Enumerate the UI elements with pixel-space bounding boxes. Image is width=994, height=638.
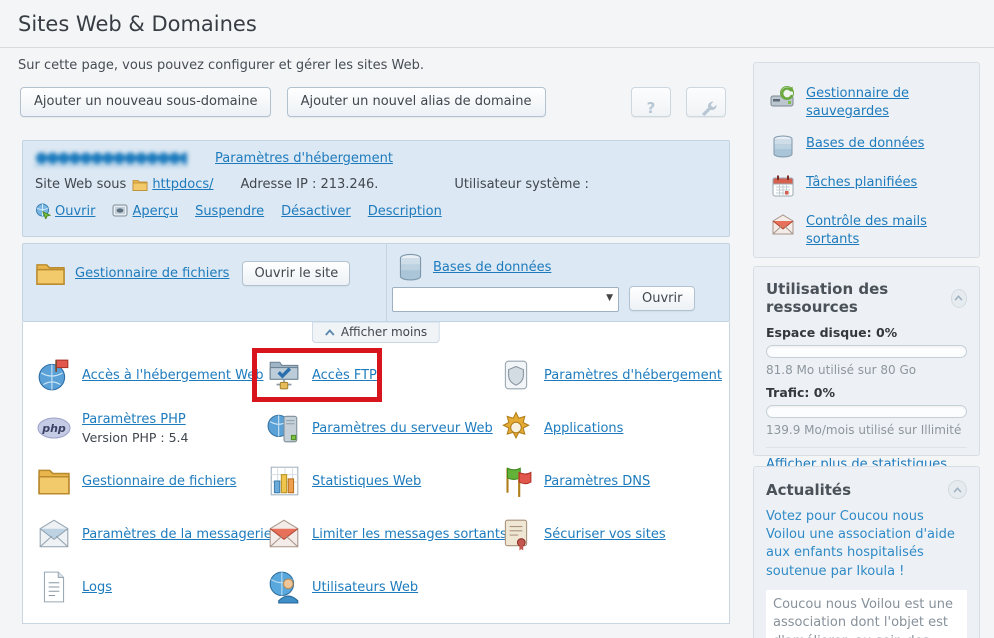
sidebar-item-databases[interactable]: Bases de données: [770, 135, 963, 159]
system-user-text: Utilisateur système :: [454, 177, 589, 192]
databases-sidebar-icon: [770, 135, 796, 159]
resources-divider: [766, 447, 967, 448]
dns-flags-icon: [499, 464, 533, 498]
file-manager-icon: [37, 464, 71, 498]
add-subdomain-button[interactable]: Ajouter un nouveau sous-domaine: [20, 87, 271, 117]
sidebar-item-scheduled-tasks[interactable]: Tâches planifiées: [770, 174, 963, 198]
domain-name-redacted[interactable]: ●●●●●●●●●●●●●●●: [35, 150, 187, 166]
news-headline-link[interactable]: Votez pour Coucou nous Voilou une associ…: [766, 508, 967, 581]
ftp-access-highlight-box: [252, 348, 382, 402]
file-manager-folder-icon: [35, 260, 66, 287]
open-site-action[interactable]: Ouvrir: [35, 203, 95, 219]
resource-usage-panel: Utilisation des ressources Espace disque…: [753, 266, 980, 456]
traffic-label: Trafic: 0%: [766, 385, 967, 400]
php-version-text: Version PHP : 5.4: [82, 430, 188, 445]
mail-settings-icon: [37, 517, 71, 551]
wrench-icon: [700, 100, 718, 118]
backup-manager-icon: [770, 85, 796, 109]
page-subtitle: Sur cette page, vous pouvez configurer e…: [18, 58, 424, 73]
chevron-up-icon: [325, 329, 335, 336]
tool-dns-settings[interactable]: Paramètres DNS: [499, 461, 650, 501]
disk-space-progress-bar: [766, 345, 967, 358]
settings-wrench-button[interactable]: [686, 87, 726, 117]
deactivate-action[interactable]: Désactiver: [281, 204, 351, 219]
page-title: Sites Web & Domaines: [18, 12, 257, 36]
chevron-up-icon: [954, 295, 963, 301]
collapse-resources-button[interactable]: [951, 289, 967, 308]
panel-divider: [386, 244, 387, 321]
select-arrow-icon: ▼: [606, 293, 613, 303]
chevron-up-icon: [953, 487, 962, 493]
databases-icon: [397, 253, 424, 282]
sidebar-tools-panel: Gestionnaire de sauvegardes Bases de don…: [753, 62, 980, 258]
outgoing-mail-control-icon: [770, 213, 796, 237]
add-domain-alias-button[interactable]: Ajouter un nouvel alias de domaine: [287, 87, 546, 117]
tool-php-settings[interactable]: php Paramètres PHP Version PHP : 5.4: [37, 408, 188, 448]
tool-logs[interactable]: Logs: [37, 567, 112, 607]
database-select[interactable]: ▼: [392, 287, 619, 312]
applications-gear-icon: [499, 411, 533, 445]
tool-secure-sites[interactable]: Sécuriser vos sites: [499, 514, 666, 554]
domain-card: ●●●●●●●●●●●●●●● Paramètres d'hébergement…: [22, 140, 730, 237]
tool-web-hosting-access[interactable]: Accès à l'hébergement Web: [37, 355, 263, 395]
help-button[interactable]: ?: [631, 87, 671, 117]
news-body-text: Coucou nous Voilou est une association d…: [766, 590, 967, 638]
tool-mail-settings[interactable]: Paramètres de la messagerie: [37, 514, 272, 554]
scheduled-tasks-calendar-icon: [770, 174, 796, 198]
suspend-action[interactable]: Suspendre: [195, 204, 264, 219]
sidebar-item-backup-manager[interactable]: Gestionnaire de sauvegardes: [770, 85, 963, 120]
plesk-websites-domains-page: Sites Web & Domaines Sur cette page, vou…: [0, 0, 994, 638]
php-icon: php: [37, 416, 71, 440]
disk-space-detail: 81.8 Mo utilisé sur 80 Go: [766, 363, 967, 377]
resource-usage-title: Utilisation des ressources: [766, 280, 951, 316]
hosting-settings-link[interactable]: Paramètres d'hébergement: [215, 151, 393, 166]
folder-icon: [132, 178, 148, 192]
preview-screen-icon: [112, 204, 128, 218]
docroot-link[interactable]: httpdocs/: [152, 177, 213, 192]
traffic-progress-bar: [766, 405, 967, 418]
tool-file-manager[interactable]: Gestionnaire de fichiers: [37, 461, 236, 501]
open-database-button[interactable]: Ouvrir: [629, 286, 695, 311]
quick-access-panel: Gestionnaire de fichiers Ouvrir le site …: [22, 243, 730, 322]
tool-web-statistics[interactable]: Statistiques Web: [267, 461, 421, 501]
web-hosting-access-icon: [37, 358, 71, 392]
web-server-settings-icon: [267, 411, 301, 445]
ip-address-text: Adresse IP : 213.246.: [241, 177, 379, 192]
open-globe-icon: [35, 203, 51, 219]
description-action[interactable]: Description: [368, 204, 442, 219]
tool-hosting-settings[interactable]: Paramètres d'hébergement: [499, 355, 722, 395]
secure-sites-certificate-icon: [499, 517, 533, 551]
site-under-label: Site Web sous: [35, 177, 126, 192]
collapse-news-button[interactable]: [948, 480, 967, 499]
file-manager-link[interactable]: Gestionnaire de fichiers: [75, 266, 229, 281]
disk-space-label: Espace disque: 0%: [766, 325, 967, 340]
news-panel: Actualités Votez pour Coucou nous Voilou…: [753, 466, 980, 638]
web-statistics-icon: [267, 464, 301, 498]
news-title: Actualités: [766, 481, 851, 499]
tool-limit-outgoing-messages[interactable]: Limiter les messages sortants: [267, 514, 507, 554]
preview-action[interactable]: Aperçu: [112, 204, 178, 219]
show-less-toggle[interactable]: Afficher moins: [312, 322, 440, 343]
logs-icon: [37, 570, 71, 604]
open-site-button[interactable]: Ouvrir le site: [242, 261, 350, 286]
traffic-detail: 139.9 Mo/mois utilisé sur Illimité: [766, 423, 967, 437]
svg-text:php: php: [41, 422, 66, 435]
tool-web-server-settings[interactable]: Paramètres du serveur Web: [267, 408, 493, 448]
databases-link[interactable]: Bases de données: [433, 260, 551, 275]
title-divider: [0, 47, 994, 48]
tool-applications[interactable]: Applications: [499, 408, 623, 448]
hosting-settings-icon: [499, 358, 533, 392]
limit-outgoing-messages-icon: [267, 517, 301, 551]
tool-web-users[interactable]: Utilisateurs Web: [267, 567, 418, 607]
sidebar-item-outgoing-mail-control[interactable]: Contrôle des mails sortants: [770, 213, 963, 248]
web-users-icon: [267, 570, 301, 604]
